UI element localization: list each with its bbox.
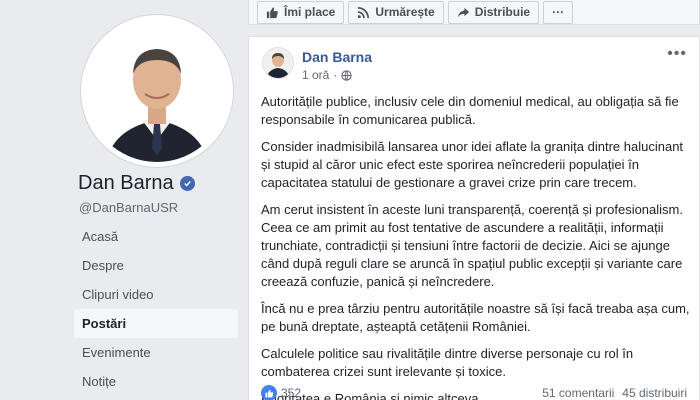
- share-page-button[interactable]: Distribuie: [447, 0, 540, 24]
- profile-handle: @DanBarnaUSR: [79, 200, 179, 215]
- nav-item-notes[interactable]: Notițe: [74, 367, 238, 396]
- globe-icon: [341, 69, 352, 81]
- profile-picture[interactable]: [86, 20, 228, 162]
- profile-name-text[interactable]: Dan Barna: [78, 172, 174, 195]
- rss-icon: [358, 6, 370, 18]
- left-column: Dan Barna @DanBarnaUSR Acasă Despre Clip…: [0, 0, 248, 400]
- profile-picture-frame[interactable]: [80, 14, 234, 168]
- like-page-label: Îmi place: [284, 5, 336, 19]
- more-actions-label: ···: [552, 5, 565, 19]
- nav-item-home[interactable]: Acasă: [74, 222, 238, 251]
- post-author-name[interactable]: Dan Barna: [302, 49, 372, 65]
- thumbs-up-icon: [266, 6, 278, 18]
- post-paragraph: Încă nu e prea târziu pentru autoritățil…: [261, 301, 690, 334]
- post-card: Dan Barna 1 oră · ••• Autoritățile publi…: [248, 36, 700, 400]
- post-footer: 352 51 comentarii 45 distribuiri: [261, 383, 687, 400]
- share-arrow-icon: [457, 7, 469, 17]
- profile-photo-icon: [86, 20, 228, 162]
- nav-item-videos[interactable]: Clipuri video: [74, 280, 238, 309]
- profile-name[interactable]: Dan Barna: [78, 172, 195, 195]
- share-page-label: Distribuie: [474, 5, 531, 19]
- meta-separator: ·: [333, 68, 338, 82]
- post-paragraph: Autoritățile publice, inclusiv cele din …: [261, 94, 679, 127]
- follow-label: Urmărește: [375, 5, 435, 19]
- more-actions-button[interactable]: ···: [543, 0, 574, 24]
- shares-count-link[interactable]: 45 distribuiri: [622, 386, 687, 400]
- comments-count-link[interactable]: 51 comentarii: [542, 386, 614, 400]
- post-options-button[interactable]: •••: [667, 45, 687, 63]
- reaction-count[interactable]: 352: [281, 386, 301, 400]
- page-nav: Acasă Despre Clipuri video Postări Eveni…: [74, 222, 238, 396]
- post-paragraph: Calculele politice sau rivalitățile dint…: [261, 346, 634, 379]
- nav-item-events[interactable]: Evenimente: [74, 338, 238, 367]
- verified-check-icon: [179, 176, 195, 191]
- post-timestamp[interactable]: 1 oră: [302, 68, 329, 82]
- post-meta: 1 oră ·: [302, 68, 352, 82]
- nav-item-posts[interactable]: Postări: [74, 309, 238, 338]
- post-author-avatar[interactable]: [262, 47, 294, 79]
- post-paragraph: Am cerut insistent în aceste luni transp…: [261, 202, 683, 289]
- avatar-icon: [263, 48, 293, 78]
- post-paragraph: Consider inadmisibilă lansarea unor idei…: [261, 139, 684, 190]
- like-reaction-icon[interactable]: [261, 385, 277, 400]
- post-body: Autoritățile publice, inclusiv cele din …: [261, 93, 691, 400]
- nav-item-about[interactable]: Despre: [74, 251, 238, 280]
- page-action-bar: Îmi place Urmărește Distribuie ···: [248, 0, 700, 25]
- like-page-button[interactable]: Îmi place: [257, 0, 345, 24]
- follow-button[interactable]: Urmărește: [348, 0, 444, 24]
